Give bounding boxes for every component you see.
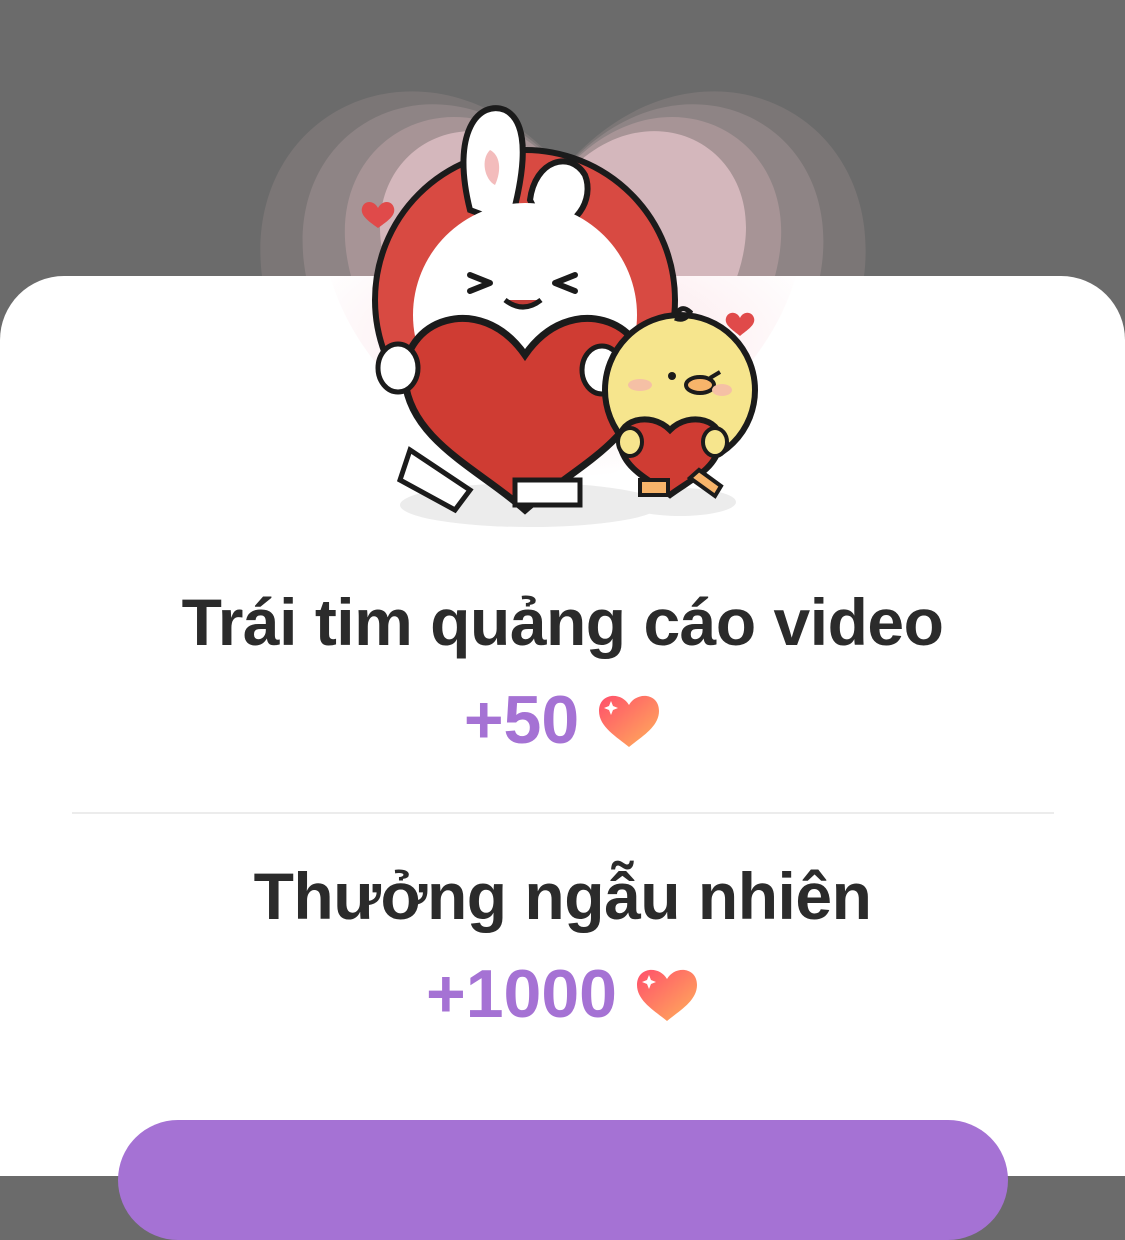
reward-title: Thưởng ngẫu nhiên — [253, 859, 872, 933]
heart-icon — [636, 969, 697, 1021]
reward-title: Trái tim quảng cáo video — [181, 585, 944, 659]
floating-heart-left-icon — [361, 202, 395, 228]
watch-video-button[interactable] — [118, 1120, 1008, 1240]
divider — [72, 812, 1054, 814]
reward-value: +50 — [0, 680, 1125, 760]
reward-amount: +1000 — [426, 956, 617, 1032]
reward-row-random: Thưởng ngẫu nhiên +1000 — [0, 856, 1125, 1034]
reward-value: +1000 — [0, 954, 1125, 1034]
bunny-and-chick-illustration — [361, 105, 758, 527]
heart-icon — [599, 695, 660, 747]
reward-amount: +50 — [463, 682, 580, 758]
reward-row-video-ad: Trái tim quảng cáo video +50 — [0, 582, 1125, 760]
